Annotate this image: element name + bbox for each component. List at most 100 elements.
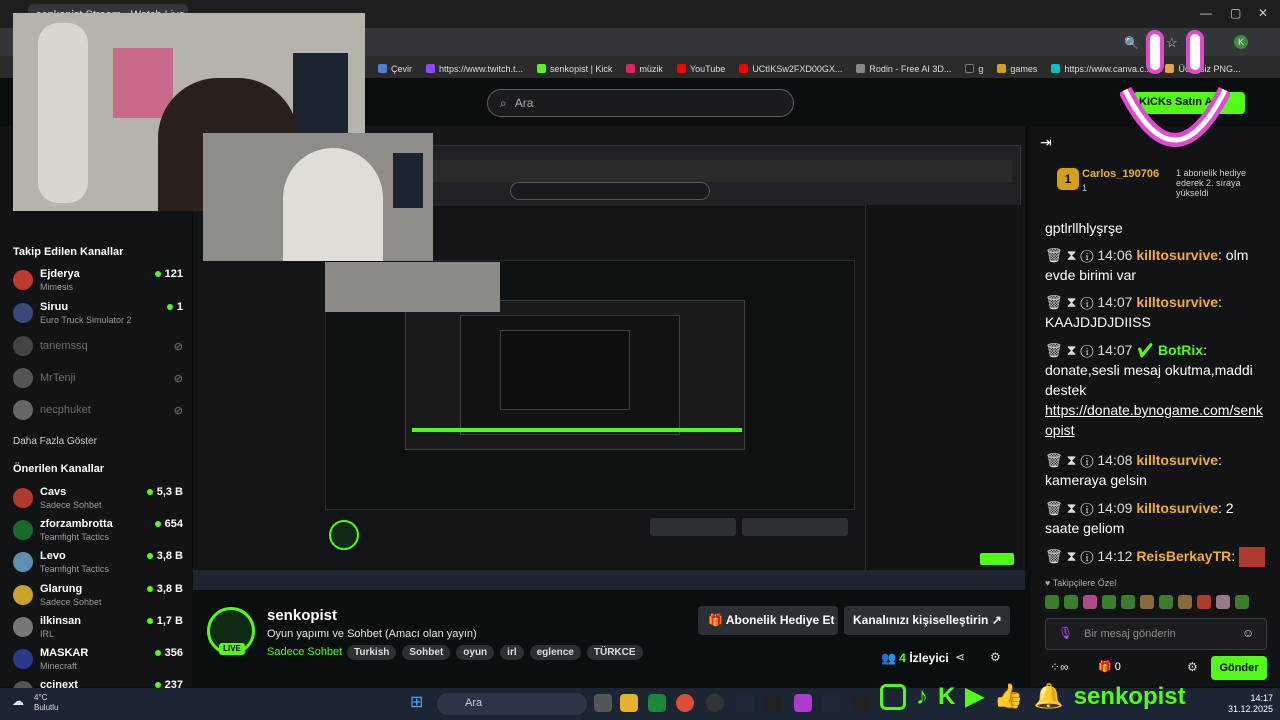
emote[interactable] — [1235, 595, 1249, 609]
webcam-overlay-nested — [325, 262, 500, 312]
sidebar-channel[interactable]: ccinext 237 — [13, 677, 183, 688]
sidebar-channel[interactable]: ilkinsan IRL 1,7 B — [13, 613, 183, 643]
system-clock[interactable]: 14:17 31.12.2025 — [1228, 693, 1273, 715]
bookmark-item[interactable]: Rodin - Free AI 3D... — [856, 59, 951, 78]
nested-search-bar — [510, 182, 710, 200]
tag[interactable]: TÜRKCE — [586, 645, 643, 660]
close-icon[interactable]: ✕ — [1258, 6, 1268, 20]
show-more-link[interactable]: Daha Fazla Göster — [13, 436, 97, 447]
customize-channel-button[interactable]: Kanalınızı kişiselleştirin ↗ — [844, 606, 1010, 635]
nested-gift-button — [650, 518, 736, 536]
youtube-icon: ▶ — [965, 683, 984, 710]
stream-tags: Turkish Sohbet oyun irl eglence TÜRKCE — [347, 645, 643, 660]
emote[interactable] — [1197, 595, 1211, 609]
instagram-icon — [880, 683, 906, 710]
avatar — [13, 303, 33, 323]
avatar — [13, 617, 33, 637]
chat-message: 🗑 ⧗ ⓘ 14:12 ReisBerkayTR: — [1045, 546, 1267, 568]
sidebar-channel[interactable]: Cavs Sadece Sohbet 5,3 B — [13, 484, 183, 514]
channel-name[interactable]: senkopist — [267, 607, 337, 624]
epic-games-icon[interactable] — [764, 694, 782, 712]
avatar — [13, 681, 33, 688]
profile-avatar[interactable]: K — [1234, 35, 1248, 49]
sidebar-channel[interactable]: MASKAR Minecraft 356 — [13, 645, 183, 675]
app-icon[interactable] — [794, 694, 812, 712]
streamer — [283, 148, 383, 261]
sidebar-channel-offline[interactable]: tanemssq ⊘ — [13, 332, 183, 362]
search-input[interactable]: ⌕ Ara — [487, 89, 794, 117]
chrome-icon[interactable] — [676, 694, 694, 712]
emote[interactable] — [1064, 595, 1078, 609]
sidebar-channel[interactable]: Glarung Sadece Sohbet 3,8 B — [13, 581, 183, 611]
emote[interactable] — [1102, 595, 1116, 609]
avatar — [13, 488, 33, 508]
nested-chat-panel — [865, 205, 1023, 577]
emote — [1239, 547, 1266, 568]
donate-link[interactable]: https://donate.bynogame.com/senkopist — [1045, 400, 1267, 440]
send-button[interactable]: Gönder — [1211, 656, 1267, 680]
avatar — [13, 336, 33, 356]
user-settings-icon[interactable]: ⚙ — [990, 650, 1001, 664]
emote[interactable] — [1216, 595, 1230, 609]
bookmark-item[interactable]: g — [965, 59, 983, 78]
infinity-icon: ⁘∞ — [1050, 660, 1069, 674]
emote[interactable] — [1178, 595, 1192, 609]
emote[interactable] — [1140, 595, 1154, 609]
avatar — [13, 520, 33, 540]
share-icon[interactable]: ⋖ — [955, 650, 965, 664]
weather-widget[interactable]: 4°C Bulutlu — [34, 693, 58, 713]
nested-progress-bar — [412, 428, 742, 432]
bookmark-item[interactable]: senkopist | Kick — [537, 59, 612, 78]
sidebar-channel[interactable]: Siruu Euro Truck Simulator 2 1 — [13, 299, 183, 329]
sidebar-channel-offline[interactable]: MrTenji ⊘ — [13, 364, 183, 394]
rank-badge: 1 — [1057, 168, 1079, 190]
taskbar-search[interactable]: Ara — [437, 693, 587, 715]
emote[interactable] — [1045, 595, 1059, 609]
obs-icon[interactable] — [706, 694, 724, 712]
task-view-icon[interactable] — [594, 694, 612, 712]
steam-icon[interactable] — [736, 694, 754, 712]
sidebar-channel[interactable]: zforzambrotta Teamfight Tactics 654 — [13, 516, 183, 546]
file-explorer-icon[interactable] — [620, 694, 638, 712]
sidebar-channel[interactable]: Ejderya Mimesis 121 — [13, 266, 183, 296]
steam-icon[interactable] — [822, 694, 840, 712]
emoji-icon[interactable]: ☺ — [1242, 626, 1254, 640]
bookmark-item[interactable]: müzik — [626, 59, 663, 78]
collapse-chat-icon[interactable]: ⇥ — [1040, 134, 1052, 151]
chat-settings-icon[interactable]: ⚙ — [1187, 660, 1198, 674]
bookmark-item[interactable]: games — [997, 59, 1037, 78]
stream-title: Oyun yapımı ve Sohbet (Amacı olan yayın) — [267, 628, 477, 640]
sidebar-channel[interactable]: Levo Teamfight Tactics 3,8 B — [13, 548, 183, 578]
avatar — [13, 400, 33, 420]
chat-message: 🗑 ⧗ ⓘ 14:09 killtosurvive: 2 saate gelio… — [1045, 500, 1234, 536]
maximize-icon[interactable]: ▢ — [1230, 6, 1241, 20]
emote[interactable] — [1121, 595, 1135, 609]
social-overlay: ♪ K ▶ 👍 🔔 senkopist — [880, 682, 1186, 711]
microphone-icon[interactable]: 🎙 — [1058, 626, 1073, 640]
tag[interactable]: Sohbet — [402, 645, 451, 660]
live-badge: LIVE — [219, 643, 245, 655]
emote[interactable] — [1083, 595, 1097, 609]
smiley-overlay — [1120, 30, 1230, 147]
bookmark-item[interactable]: Çevir — [378, 59, 412, 78]
minimize-icon[interactable]: — — [1200, 6, 1212, 20]
sidebar-channel-offline[interactable]: necphuket ⊘ — [13, 396, 183, 426]
windows-start-icon[interactable]: ⊞ — [410, 694, 428, 712]
tag[interactable]: eglence — [529, 645, 581, 660]
bookmark-item[interactable]: https://www.twitch.t... — [426, 59, 523, 78]
bookmark-item[interactable]: UCtIKSw2FXD00GX... — [739, 59, 842, 78]
emote[interactable] — [1159, 595, 1173, 609]
tag[interactable]: irl — [500, 645, 524, 660]
bookmark-item[interactable]: YouTube — [676, 59, 725, 78]
tag[interactable]: oyun — [456, 645, 495, 660]
nested-send-button — [980, 553, 1014, 565]
search-icon: ⌕ — [500, 95, 507, 110]
gift-sub-button[interactable]: 🎁 Abonelik Hediye Et — [698, 606, 838, 635]
nested-stream-layer — [500, 330, 630, 410]
tag[interactable]: Turkish — [347, 645, 397, 660]
chat-input[interactable]: Bir mesaj gönderin — [1045, 618, 1267, 650]
unreal-icon[interactable] — [852, 694, 870, 712]
stream-category[interactable]: Sadece Sohbet — [267, 646, 342, 658]
kicks-balance[interactable]: 🎁 0 — [1098, 660, 1121, 673]
app-icon[interactable] — [648, 694, 666, 712]
